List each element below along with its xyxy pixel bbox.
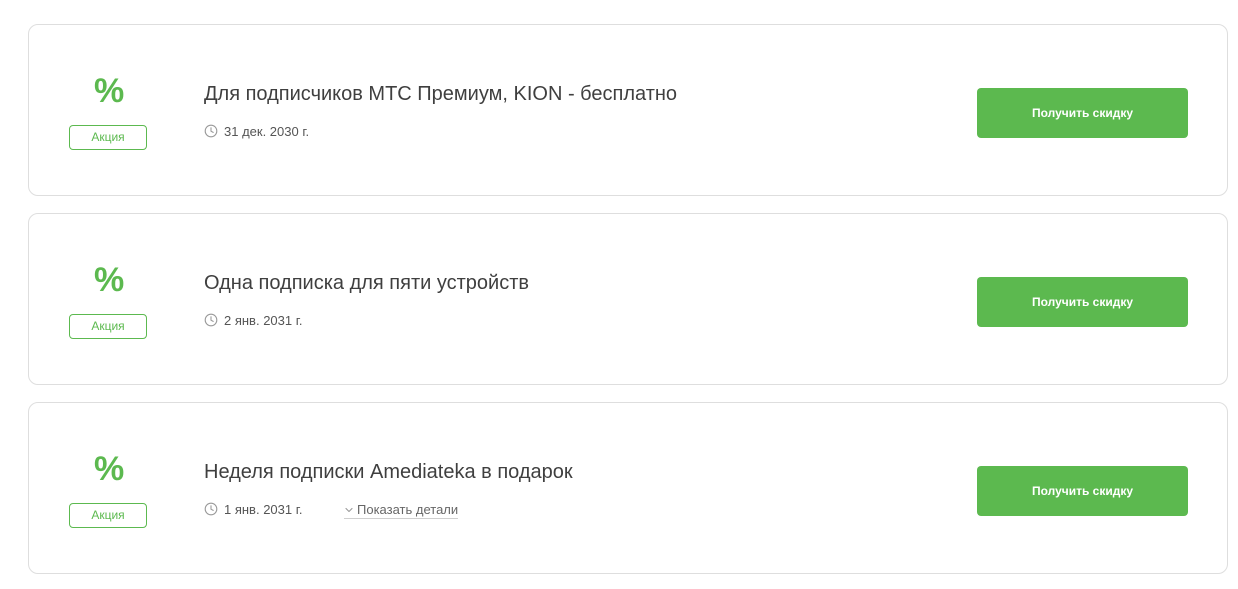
promo-badge: Акция: [69, 314, 147, 339]
offer-date-text: 31 дек. 2030 г.: [224, 123, 310, 139]
clock-icon: [204, 313, 218, 327]
show-details-label: Показать детали: [357, 502, 459, 517]
offer-card: % Акция Неделя подписки Amediateka в под…: [28, 402, 1228, 574]
offer-title: Неделя подписки Amediateka в подарок: [204, 461, 573, 483]
offers-list: % Акция Для подписчиков МТС Премиум, KIO…: [0, 0, 1238, 589]
chevron-down-icon: [344, 505, 354, 515]
clock-icon: [204, 502, 218, 516]
promo-badge: Акция: [69, 125, 147, 150]
clock-icon: [204, 124, 218, 138]
offer-card: % Акция Одна подписка для пяти устройств…: [28, 213, 1228, 385]
offer-date-text: 2 янв. 2031 г.: [224, 312, 303, 328]
promo-badge: Акция: [69, 503, 147, 528]
offer-date: 1 янв. 2031 г.: [204, 501, 303, 517]
offer-title: Одна подписка для пяти устройств: [204, 272, 529, 294]
offer-date: 2 янв. 2031 г.: [204, 312, 303, 328]
get-discount-button[interactable]: Получить скидку: [977, 88, 1188, 138]
offer-title: Для подписчиков МТС Премиум, KION - бесп…: [204, 83, 678, 105]
percent-icon: %: [94, 261, 125, 299]
offer-date: 31 дек. 2030 г.: [204, 123, 309, 139]
get-discount-button[interactable]: Получить скидку: [977, 277, 1188, 327]
offer-card: % Акция Для подписчиков МТС Премиум, KIO…: [28, 24, 1228, 196]
percent-icon: %: [94, 450, 125, 488]
percent-icon: %: [94, 72, 125, 110]
show-details-link[interactable]: Показать детали: [344, 501, 459, 519]
offer-date-text: 1 янв. 2031 г.: [224, 501, 303, 517]
get-discount-button[interactable]: Получить скидку: [977, 466, 1188, 516]
